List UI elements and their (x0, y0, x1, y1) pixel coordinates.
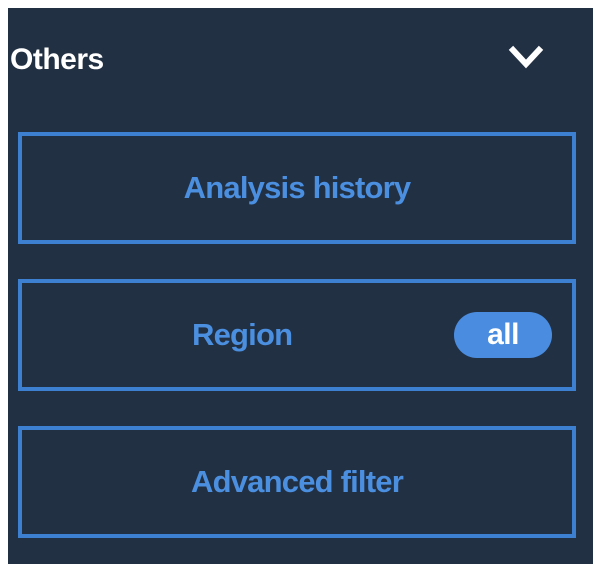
advanced-filter-button[interactable]: Advanced filter (18, 426, 576, 538)
analysis-history-label: Analysis history (183, 170, 411, 205)
others-section-header[interactable]: Others (8, 28, 593, 90)
advanced-filter-label: Advanced filter (191, 464, 404, 499)
section-title: Others (10, 43, 104, 76)
chevron-down-icon[interactable] (508, 42, 544, 72)
others-panel: Others Analysis history Region all Advan… (8, 8, 593, 564)
region-badge: all (454, 312, 552, 358)
region-button[interactable]: Region all (18, 279, 576, 391)
analysis-history-button[interactable]: Analysis history (18, 132, 576, 244)
